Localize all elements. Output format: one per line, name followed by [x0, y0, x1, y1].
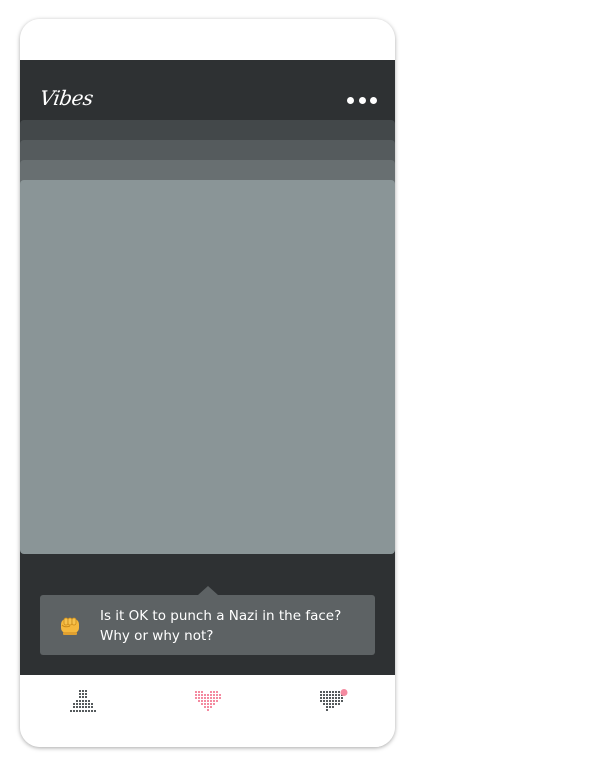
fist-icon: [61, 617, 79, 635]
heart-icon: [195, 691, 221, 711]
tab-profile[interactable]: [68, 689, 98, 715]
prompt-bubble[interactable]: Is it OK to punch a Nazi in the face? Wh…: [40, 595, 375, 655]
prompt-bubble-arrow: [198, 586, 218, 595]
notification-badge: [340, 689, 348, 696]
more-options-button[interactable]: [347, 95, 377, 105]
profile-card[interactable]: [20, 180, 395, 554]
app-logo: Vibes: [38, 86, 95, 110]
prompt-question: Is it OK to punch a Nazi in the face? Wh…: [100, 606, 360, 646]
tab-matches[interactable]: [193, 689, 223, 715]
tab-messages[interactable]: [318, 689, 348, 715]
more-dot: [358, 96, 366, 104]
profile-icon: [70, 690, 96, 712]
chat-heart-icon: [320, 689, 348, 711]
more-dot: [347, 96, 354, 104]
status-bar-area: [20, 19, 395, 60]
prompt-line-1: Is it OK to punch a Nazi in the face?: [100, 608, 342, 624]
more-dot: [370, 96, 377, 104]
app-body: Vibes Is it OK to punch a Nazi in the fa…: [20, 60, 395, 675]
prompt-line-2: Why or why not?: [100, 628, 214, 644]
tab-bar: [20, 675, 395, 747]
phone-frame: Vibes Is it OK to punch a Nazi in the fa…: [20, 19, 395, 747]
